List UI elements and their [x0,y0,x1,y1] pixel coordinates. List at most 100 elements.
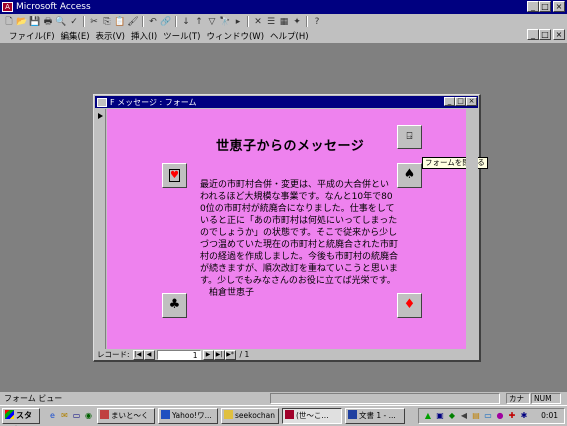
last-record-button[interactable]: ▶| [213,349,225,360]
menu-help[interactable]: ヘルプ(H) [267,30,312,42]
tray-monitor-icon[interactable]: ▭ [483,411,493,421]
form-titlebar[interactable]: F メッセージ : フォーム _ □ × [95,96,478,108]
system-tray: ▲ ▣ ◆ ◀ ▤ ▭ ● ✚ ✱ 0:01 [418,408,565,424]
spade-button[interactable]: ♠ [397,163,422,188]
task-label: seekochan [235,411,276,420]
tray-clip-icon[interactable]: ✱ [519,411,529,421]
door-exit-icon: ⍈ [406,131,413,142]
undo-icon[interactable]: ↶ [147,16,159,28]
first-record-button[interactable]: |◀ [132,349,144,360]
club-button[interactable]: ♣ [162,293,187,318]
next-record-button[interactable]: ▶ [202,349,214,360]
help-icon[interactable]: ? [311,16,323,28]
diamond-button[interactable]: ♦ [397,293,422,318]
save-icon[interactable]: 💾 [29,16,41,28]
record-total: / 1 [239,350,250,359]
task-label: 文書 1 - ... [359,411,396,420]
find-icon[interactable]: 🔭 [219,16,231,28]
status-blank-cell [270,393,500,404]
tray-printer-icon[interactable]: ▤ [471,411,481,421]
new-record-icon[interactable]: ▸ [232,16,244,28]
delete-record-icon[interactable]: ✕ [252,16,264,28]
ie-icon[interactable]: e [47,410,58,421]
new-record-button[interactable]: ▶* [224,349,236,360]
new-icon[interactable]: 🗋 [3,16,15,28]
outlook-icon[interactable]: ✉ [59,410,70,421]
previous-record-button[interactable]: ◀ [143,349,155,360]
sort-descending-icon[interactable]: ↑ [193,16,205,28]
task-button-4-active[interactable]: (世〜こ... [282,408,342,424]
task-button-5[interactable]: 文書 1 - ... [345,408,405,424]
heart-button[interactable]: ♥ [162,163,187,188]
record-number-input[interactable]: 1 [156,349,201,360]
tray-status-icon[interactable]: ▲ [423,411,433,421]
current-record-arrow-icon [98,113,103,119]
menu-tools[interactable]: ツール(T) [160,30,203,42]
toolbar-separator [175,16,177,27]
tray-ime-icon[interactable]: ▣ [435,411,445,421]
form-icon[interactable] [97,97,107,107]
form-minimize-button[interactable]: _ [444,97,455,106]
doc-close-button[interactable]: × [553,29,565,40]
insert-hyperlink-icon[interactable]: 🔗 [160,16,172,28]
menu-edit[interactable]: 編集(E) [58,30,93,42]
form-heading: 世恵子からのメッセージ [216,139,365,154]
toolbar-separator [306,16,308,27]
close-button[interactable]: × [553,1,565,12]
access-app-icon[interactable]: A [2,2,13,12]
desktop-icon[interactable]: ▭ [71,410,82,421]
tray-app-icon[interactable]: ● [495,411,505,421]
channel-icon[interactable]: ◉ [83,410,94,421]
paste-icon[interactable]: 📋 [114,16,126,28]
record-navigation-bar: レコード: |◀ ◀ 1 ▶ ▶| ▶* / 1 [95,349,478,360]
database-window-icon[interactable]: ▦ [278,16,290,28]
menu-window[interactable]: ウィンドウ(W) [203,30,267,42]
app-window-controls: _ □ × [527,1,565,12]
record-selector[interactable] [96,109,106,349]
cut-icon[interactable]: ✂ [88,16,100,28]
form-close-button[interactable]: × [466,97,477,106]
club-icon: ♣ [168,297,181,312]
sort-ascending-icon[interactable]: ↓ [180,16,192,28]
diamond-icon: ♦ [403,297,416,312]
doc-minimize-button[interactable]: _ [527,29,539,40]
print-preview-icon[interactable]: 🔍 [55,16,67,28]
form-window-controls: _ □ × [444,97,477,106]
maximize-button[interactable]: □ [539,1,551,12]
new-object-icon[interactable]: ✦ [291,16,303,28]
task-app-icon [100,410,109,419]
print-icon[interactable]: 🖶 [42,16,54,28]
task-access-icon [285,410,294,419]
task-button-2[interactable]: Yahoo!ワ... [158,408,218,424]
task-label: Yahoo!ワ... [172,411,212,420]
toolbar-separator [247,16,249,27]
properties-icon[interactable]: ☰ [265,16,277,28]
status-text: フォーム ビュー [4,394,63,403]
message-form-window[interactable]: F メッセージ : フォーム _ □ × 世恵子からのメッセージ ⍈ フォームを… [93,94,488,362]
start-button[interactable]: スタート [2,408,40,426]
format-painter-icon[interactable]: 🖌 [127,16,139,28]
doc-maximize-button[interactable]: □ [539,29,551,40]
open-icon[interactable]: 📂 [16,16,28,28]
menu-file[interactable]: ファイル(F) [6,30,58,42]
menu-view[interactable]: 表示(V) [93,30,128,42]
form-maximize-button[interactable]: □ [455,97,466,106]
task-folder-icon [224,410,233,419]
close-form-button[interactable]: ⍈ [397,125,422,149]
filter-icon[interactable]: ▽ [206,16,218,28]
app-titlebar[interactable]: A Microsoft Access _ □ × [0,0,567,14]
task-button-3[interactable]: seekochan [221,408,279,424]
tray-antivirus-icon[interactable]: ✚ [507,411,517,421]
minimize-button[interactable]: _ [527,1,539,12]
menu-insert[interactable]: 挿入(I) [128,30,160,42]
tray-speaker-icon[interactable]: ◀ [459,411,469,421]
tray-network-icon[interactable]: ◆ [447,411,457,421]
horizontal-scrollbar[interactable] [253,349,478,360]
spelling-icon[interactable]: ✓ [68,16,80,28]
copy-icon[interactable]: ⎘ [101,16,113,28]
taskbar: スタート e ✉ ▭ ◉ まいと〜く Yahoo!ワ... seekochan … [0,405,567,426]
app-title: Microsoft Access [16,2,91,12]
form-side-gap [466,109,478,349]
task-button-1[interactable]: まいと〜く [97,408,155,424]
tray-clock[interactable]: 0:01 [541,409,558,423]
